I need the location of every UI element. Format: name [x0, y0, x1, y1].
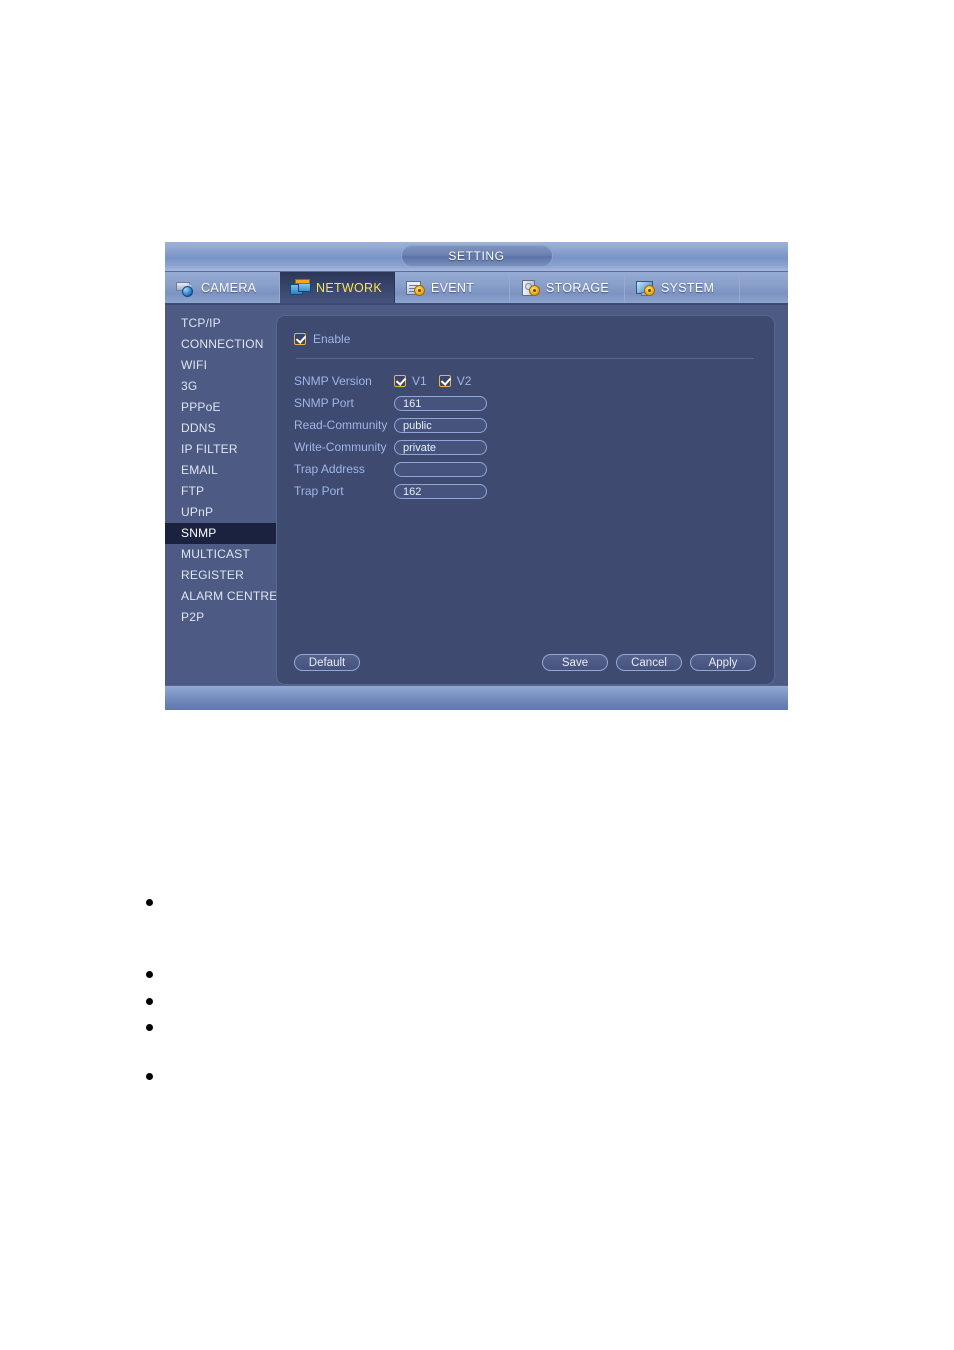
- event-icon: [405, 279, 425, 296]
- enable-label: Enable: [313, 332, 351, 346]
- list-item-bullet-5: [146, 1073, 153, 1080]
- panel-divider: [296, 358, 754, 359]
- snmp-port-label: SNMP Port: [294, 396, 354, 410]
- panel-button-group-right: Save Cancel Apply: [542, 654, 756, 671]
- page-title: SETTING: [400, 245, 553, 267]
- trap-address-row: Trap Address: [294, 458, 756, 480]
- sidebar-item-email[interactable]: EMAIL: [165, 460, 276, 481]
- setting-window: SETTING CAMERA NETWORK EVENT STORAGE SYS…: [165, 242, 788, 710]
- sidebar-item-wifi[interactable]: WIFI: [165, 355, 276, 376]
- trap-address-label: Trap Address: [294, 462, 365, 476]
- sidebar-item-3g[interactable]: 3G: [165, 376, 276, 397]
- panel-button-bar: Default Save Cancel Apply: [294, 654, 756, 671]
- snmp-v1-label: V1: [412, 374, 427, 388]
- write-community-label: Write-Community: [294, 440, 387, 454]
- camera-icon: [175, 279, 195, 297]
- window-body: TCP/IP CONNECTION WIFI 3G PPPoE DDNS IP …: [165, 305, 788, 685]
- sidebar-item-pppoe[interactable]: PPPoE: [165, 397, 276, 418]
- read-community-row: Read-Community public: [294, 414, 756, 436]
- list-item-bullet-1: [146, 899, 153, 906]
- sidebar-item-tcpip[interactable]: TCP/IP: [165, 313, 276, 334]
- sidebar-item-upnp[interactable]: UPnP: [165, 502, 276, 523]
- tab-system[interactable]: SYSTEM: [625, 272, 740, 303]
- snmp-version-options: V1 V2: [394, 374, 483, 388]
- list-item-bullet-3: [146, 998, 153, 1005]
- read-community-label: Read-Community: [294, 418, 388, 432]
- sidebar-item-p2p[interactable]: P2P: [165, 607, 276, 628]
- tab-event[interactable]: EVENT: [395, 272, 510, 303]
- list-item-bullet-2: [146, 971, 153, 978]
- snmp-v1-checkbox[interactable]: [394, 375, 406, 387]
- tab-camera[interactable]: CAMERA: [165, 272, 280, 303]
- default-button[interactable]: Default: [294, 654, 360, 671]
- tab-network[interactable]: NETWORK: [280, 272, 395, 303]
- snmp-port-row: SNMP Port 161: [294, 392, 756, 414]
- write-community-input[interactable]: private: [394, 439, 487, 455]
- snmp-v2-label: V2: [456, 374, 472, 388]
- tab-strip-filler: [740, 272, 788, 303]
- sidebar-item-ddns[interactable]: DDNS: [165, 418, 276, 439]
- sidebar-item-ip-filter[interactable]: IP FILTER: [165, 439, 276, 460]
- snmp-v2-checkbox[interactable]: [438, 375, 451, 387]
- cancel-button[interactable]: Cancel: [616, 654, 682, 671]
- trap-address-input[interactable]: [394, 461, 487, 477]
- trap-port-input[interactable]: 162: [394, 483, 487, 499]
- tab-camera-label: CAMERA: [201, 280, 257, 295]
- read-community-input[interactable]: public: [394, 417, 487, 433]
- sidebar-item-ftp[interactable]: FTP: [165, 481, 276, 502]
- write-community-row: Write-Community private: [294, 436, 756, 458]
- enable-checkbox[interactable]: [294, 333, 306, 345]
- network-icon: [290, 279, 311, 296]
- apply-button[interactable]: Apply: [690, 654, 756, 671]
- sidebar-item-snmp[interactable]: SNMP: [165, 523, 276, 544]
- main-tab-strip: CAMERA NETWORK EVENT STORAGE SYSTEM: [165, 272, 788, 305]
- tab-event-label: EVENT: [431, 280, 475, 295]
- tab-network-label: NETWORK: [316, 280, 382, 295]
- snmp-version-label: SNMP Version: [294, 374, 372, 388]
- tab-storage-label: STORAGE: [546, 280, 609, 295]
- network-sidebar: TCP/IP CONNECTION WIFI 3G PPPoE DDNS IP …: [165, 305, 277, 685]
- tab-system-label: SYSTEM: [661, 280, 715, 295]
- sidebar-item-alarm-centre[interactable]: ALARM CENTRE: [165, 586, 277, 607]
- sidebar-item-connection[interactable]: CONNECTION: [165, 334, 276, 355]
- save-button[interactable]: Save: [542, 654, 608, 671]
- list-item-bullet-4: [146, 1024, 153, 1031]
- sidebar-item-multicast[interactable]: MULTICAST: [165, 544, 276, 565]
- system-icon: [635, 279, 655, 296]
- enable-row: Enable: [294, 330, 756, 348]
- snmp-port-input[interactable]: 161: [394, 395, 487, 411]
- sidebar-item-register[interactable]: REGISTER: [165, 565, 276, 586]
- trap-port-label: Trap Port: [294, 484, 344, 498]
- window-footer-bar: [165, 685, 788, 710]
- window-title-bar: SETTING: [165, 242, 788, 272]
- tab-storage[interactable]: STORAGE: [510, 272, 625, 303]
- snmp-settings-panel: Enable SNMP Version V1 V2 SNMP Port 161 …: [276, 315, 775, 685]
- snmp-version-row: SNMP Version V1 V2: [294, 370, 756, 392]
- storage-icon: [520, 279, 540, 296]
- trap-port-row: Trap Port 162: [294, 480, 756, 502]
